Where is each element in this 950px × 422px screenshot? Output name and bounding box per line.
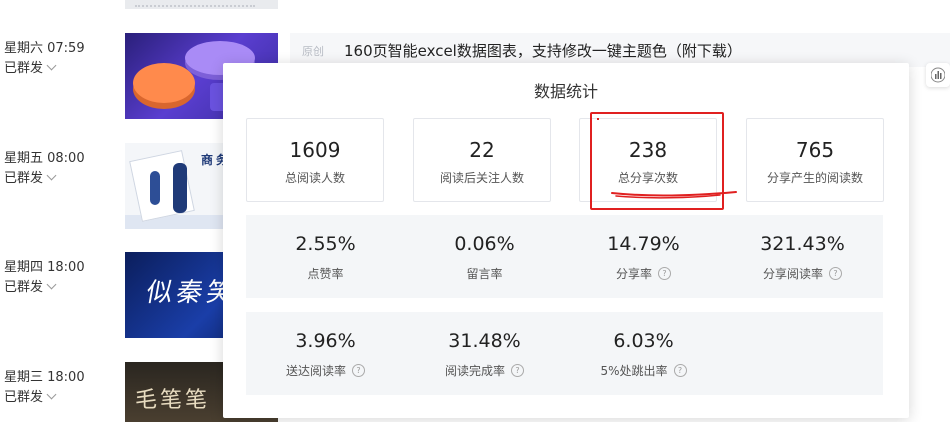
stat-card-follows-after-read: 22 阅读后关注人数	[413, 118, 551, 202]
rate-label: 阅读完成率	[444, 364, 505, 378]
publish-time: 星期三 18:00	[4, 370, 85, 385]
question-circle-icon[interactable]: ?	[829, 267, 842, 280]
rate-comment: 0.06% 留言率	[405, 215, 564, 298]
publish-time: 星期四 18:00	[4, 260, 85, 275]
publish-status-label: 已群发	[4, 61, 44, 76]
question-circle-icon[interactable]: ?	[511, 364, 524, 377]
rate-label: 分享阅读率	[762, 267, 823, 281]
rate-label: 5%处跳出率	[600, 364, 668, 378]
question-circle-icon[interactable]: ?	[352, 364, 365, 377]
chevron-down-icon	[46, 170, 57, 181]
publish-status-label: 已群发	[4, 390, 44, 405]
article-title[interactable]: 160页智能excel数据图表，支持修改一键主题色（附下载）	[344, 40, 742, 61]
original-tag: 原创	[302, 45, 324, 58]
rate-value: 6.03%	[613, 330, 674, 352]
underline-annotation	[611, 191, 737, 199]
chevron-down-icon	[46, 389, 57, 400]
publish-status-dropdown[interactable]: 已群发	[4, 57, 57, 76]
rate-bounce-5pct: 6.03% 5%处跳出率?	[564, 312, 723, 395]
rate-label: 点赞率	[307, 267, 344, 281]
publish-time: 星期六 07:59	[4, 41, 85, 56]
rate-read-completion: 31.48% 阅读完成率?	[405, 312, 564, 395]
rates-panel: 3.96% 送达阅读率? 31.48% 阅读完成率? 6.03% 5%处跳出率?	[246, 312, 883, 395]
rate-value: 0.06%	[454, 233, 515, 255]
thumbnail-text: 毛笔笔	[135, 388, 211, 413]
rate-value: 2.55%	[295, 233, 356, 255]
stats-button[interactable]	[926, 63, 950, 87]
bar-chart-icon	[931, 67, 945, 83]
rate-delivery-read: 3.96% 送达阅读率?	[246, 312, 405, 395]
question-circle-icon[interactable]: ?	[673, 364, 687, 377]
publish-time: 星期五 08:00	[4, 151, 85, 166]
stat-value: 22	[469, 138, 495, 162]
publish-status-label: 已群发	[4, 280, 44, 295]
publish-status-dropdown[interactable]: 已群发	[4, 167, 57, 186]
stat-value: 765	[795, 138, 835, 162]
previous-article-thumbnail	[125, 0, 278, 9]
stat-label: 分享产生的阅读数	[766, 171, 863, 185]
rate-label: 留言率	[466, 267, 503, 281]
stats-popup: 数据统计 1609 总阅读人数 22 阅读后关注人数 238 总分享次数 765…	[223, 63, 909, 418]
publish-status-dropdown[interactable]: 已群发	[4, 276, 57, 295]
popup-title: 数据统计	[533, 82, 598, 101]
publish-status-dropdown[interactable]: 已群发	[4, 386, 57, 405]
stat-card-share-reads: 765 分享产生的阅读数	[746, 118, 884, 202]
rate-value: 321.43%	[760, 233, 845, 255]
stat-label: 总阅读人数	[284, 171, 345, 185]
rate-like: 2.55% 点赞率	[246, 215, 405, 298]
rate-value: 3.96%	[295, 330, 356, 352]
publish-status-label: 已群发	[4, 171, 44, 186]
chevron-down-icon	[46, 279, 57, 290]
rate-value: 14.79%	[607, 233, 680, 255]
annotation-dot	[597, 118, 599, 120]
stat-card-total-readers: 1609 总阅读人数	[246, 118, 384, 202]
article-title-bar[interactable]: 原创 160页智能excel数据图表，支持修改一键主题色（附下载）	[290, 33, 950, 67]
rate-label: 送达阅读率	[285, 364, 346, 378]
chevron-down-icon	[46, 60, 57, 71]
rate-value: 31.48%	[448, 330, 521, 352]
rates-panel: 2.55% 点赞率 0.06% 留言率 14.79% 分享率? 321.43% …	[246, 215, 883, 298]
stat-label: 阅读后关注人数	[439, 171, 524, 185]
rate-share-read: 321.43% 分享阅读率?	[723, 215, 882, 298]
rate-label: 分享率	[615, 267, 652, 281]
rate-share: 14.79% 分享率?	[564, 215, 723, 298]
question-circle-icon[interactable]: ?	[658, 267, 671, 280]
stat-value: 1609	[289, 138, 341, 162]
